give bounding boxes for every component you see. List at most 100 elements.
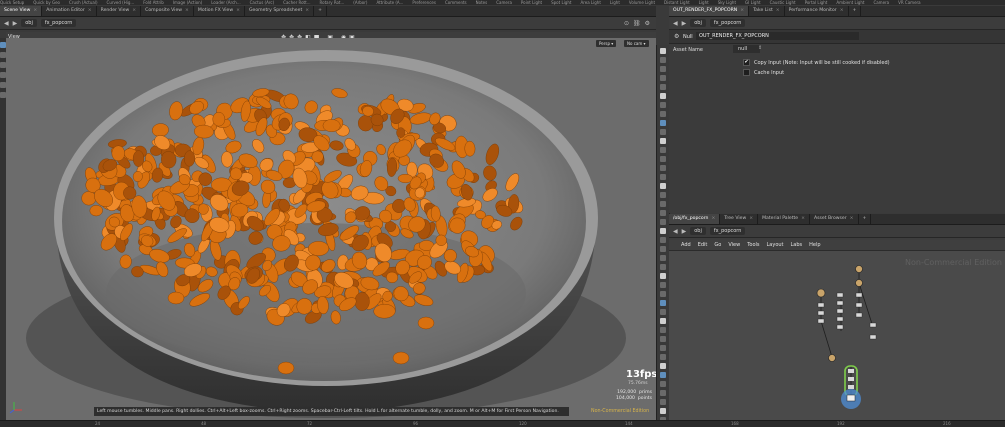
- shelf-tool[interactable]: GI Light: [745, 0, 761, 5]
- display-option-icon[interactable]: [660, 174, 666, 180]
- cache-input-row[interactable]: Cache Input: [743, 69, 784, 76]
- close-tab-icon[interactable]: ×: [88, 8, 92, 13]
- shelf-tool[interactable]: Crush (Actual): [69, 0, 98, 5]
- display-option-icon[interactable]: [660, 345, 666, 351]
- close-tab-icon[interactable]: ×: [236, 8, 240, 13]
- display-option-icon[interactable]: [660, 273, 666, 279]
- shelf-tool[interactable]: Image (Action): [173, 0, 202, 5]
- display-option-icon[interactable]: [660, 120, 666, 126]
- display-option-icon[interactable]: [660, 165, 666, 171]
- back-arrow-icon[interactable]: ◀: [4, 20, 9, 27]
- network-menu-item[interactable]: Tools: [747, 242, 759, 248]
- settings-icon[interactable]: ⚙: [645, 20, 650, 27]
- display-option-icon[interactable]: [660, 354, 666, 360]
- pane-tab[interactable]: Material Palette ×: [758, 214, 810, 224]
- display-option-icon[interactable]: [660, 75, 666, 81]
- shelf-tool[interactable]: Area Light: [580, 0, 600, 5]
- pane-tab[interactable]: Composite View ×: [141, 6, 194, 16]
- display-option-icon[interactable]: [660, 390, 666, 396]
- display-option-icon[interactable]: [660, 399, 666, 405]
- close-tab-icon[interactable]: ×: [850, 216, 854, 221]
- display-option-icon[interactable]: [660, 183, 666, 189]
- network-menu-item[interactable]: Add: [681, 242, 691, 248]
- display-option-icon[interactable]: [660, 228, 666, 234]
- close-tab-icon[interactable]: ×: [711, 216, 715, 221]
- display-option-icon[interactable]: [660, 363, 666, 369]
- copy-input-row[interactable]: ✔ Copy Input (Note: Input will be still c…: [743, 59, 890, 66]
- shelf-tool[interactable]: Rotary Rot...: [320, 0, 345, 5]
- display-option-icon[interactable]: [660, 156, 666, 162]
- pane-tab[interactable]: Asset Browser ×: [810, 214, 859, 224]
- add-tab-icon[interactable]: +: [859, 214, 872, 224]
- path-obj[interactable]: obj: [690, 227, 706, 235]
- pane-tab[interactable]: Animation Editor ×: [42, 6, 97, 16]
- display-option-icon[interactable]: [660, 291, 666, 297]
- close-tab-icon[interactable]: ×: [132, 8, 136, 13]
- network-menu-item[interactable]: Edit: [698, 242, 708, 248]
- back-arrow-icon[interactable]: ◀: [673, 20, 678, 27]
- display-option-icon[interactable]: [660, 138, 666, 144]
- path-node[interactable]: fx_popcorn: [709, 227, 746, 235]
- display-option-icon[interactable]: [660, 327, 666, 333]
- add-tab-icon[interactable]: +: [314, 6, 327, 16]
- shelf-tool[interactable]: Fold Attrib: [143, 0, 164, 5]
- display-option-icon[interactable]: [660, 336, 666, 342]
- asset-name-field[interactable]: null: [733, 45, 760, 53]
- path-node[interactable]: fx_popcorn: [709, 19, 746, 27]
- close-tab-icon[interactable]: ×: [749, 216, 753, 221]
- display-option-icon[interactable]: [660, 201, 666, 207]
- display-option-icon[interactable]: [660, 246, 666, 252]
- shelf-tool[interactable]: (Arbor): [353, 0, 367, 5]
- path-obj[interactable]: obj: [21, 19, 37, 27]
- pane-tab[interactable]: Scene View ×: [0, 6, 43, 16]
- shelf-tool[interactable]: Notes: [476, 0, 488, 5]
- pin-icon[interactable]: ⊙: [624, 20, 629, 27]
- forward-arrow-icon[interactable]: ▶: [682, 228, 687, 235]
- link-icon[interactable]: ⛓: [633, 20, 641, 27]
- shelf-tool[interactable]: Point Light: [521, 0, 542, 5]
- shelf-tool[interactable]: Distant Light: [664, 0, 690, 5]
- path-obj[interactable]: obj: [690, 19, 706, 27]
- display-option-icon[interactable]: [660, 264, 666, 270]
- display-option-icon[interactable]: [660, 318, 666, 324]
- close-tab-icon[interactable]: ×: [185, 8, 189, 13]
- network-menu-item[interactable]: Help: [809, 242, 820, 248]
- network-menu-item[interactable]: Layout: [767, 242, 784, 248]
- display-option-icon[interactable]: [660, 372, 666, 378]
- display-option-icon[interactable]: [660, 309, 666, 315]
- display-option-icon[interactable]: [660, 237, 666, 243]
- pane-tab[interactable]: Motion FX View ×: [194, 6, 245, 16]
- close-tab-icon[interactable]: ×: [801, 216, 805, 221]
- network-menu-item[interactable]: Go: [714, 242, 721, 248]
- close-tab-icon[interactable]: ×: [33, 8, 37, 13]
- shelf-tool[interactable]: Quick Setup: [0, 0, 24, 5]
- network-menu-item[interactable]: Labs: [791, 242, 803, 248]
- back-arrow-icon[interactable]: ◀: [673, 228, 678, 235]
- display-option-icon[interactable]: [660, 219, 666, 225]
- display-option-icon[interactable]: [660, 147, 666, 153]
- shelf-tool[interactable]: Preferences: [412, 0, 436, 5]
- shelf-tool[interactable]: Camera: [496, 0, 512, 5]
- pane-tab[interactable]: OUT_RENDER_FX_POPCORN ×: [669, 6, 750, 16]
- display-option-icon[interactable]: [660, 48, 666, 54]
- close-tab-icon[interactable]: ×: [776, 8, 780, 13]
- shelf-tool[interactable]: Spot Light: [551, 0, 571, 5]
- display-option-icon[interactable]: [660, 381, 666, 387]
- shelf-tool[interactable]: Curved (Hig...: [107, 0, 135, 5]
- forward-arrow-icon[interactable]: ▶: [682, 20, 687, 27]
- camera-menu-button[interactable]: No cam ▾: [624, 40, 649, 47]
- display-option-icon[interactable]: [660, 57, 666, 63]
- cache-input-checkbox[interactable]: [743, 69, 750, 76]
- display-option-icon[interactable]: [660, 111, 666, 117]
- shelf-tool[interactable]: Caustic Light: [770, 0, 796, 5]
- display-option-icon[interactable]: [660, 300, 666, 306]
- display-option-icon[interactable]: [660, 192, 666, 198]
- display-option-icon[interactable]: [660, 255, 666, 261]
- shelf-tool[interactable]: Quick by Geo: [33, 0, 60, 5]
- node-gear-icon[interactable]: ⚙: [674, 33, 679, 40]
- display-option-icon[interactable]: [660, 408, 666, 414]
- shelf-tool[interactable]: Ambient Light: [836, 0, 864, 5]
- display-option-icon[interactable]: [660, 282, 666, 288]
- shelf-tool[interactable]: Light: [610, 0, 620, 5]
- shelf-tool[interactable]: Cactus (Arc): [250, 0, 275, 5]
